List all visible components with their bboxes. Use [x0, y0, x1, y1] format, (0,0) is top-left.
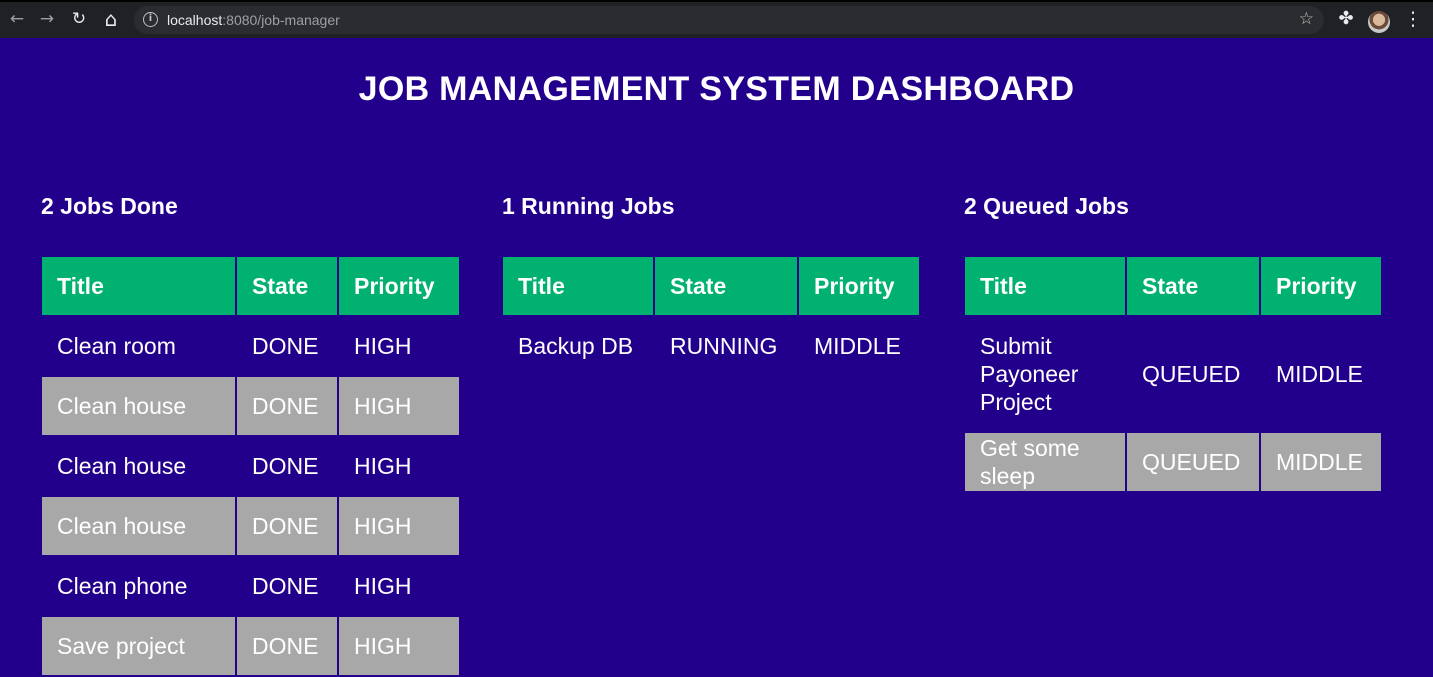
panel-heading: 2 Queued Jobs	[964, 193, 1129, 219]
done-jobs-panel: 2 Jobs Done Title State Priority Clean r…	[41, 193, 461, 677]
column-header-priority: Priority	[1261, 257, 1381, 315]
running-jobs-panel: 1 Running Jobs Title State Priority Back…	[502, 193, 921, 377]
column-header-title: Title	[503, 257, 653, 315]
column-header-title: Title	[965, 257, 1125, 315]
back-arrow-icon[interactable]: ←	[2, 4, 32, 34]
cell-state: DONE	[252, 453, 319, 479]
cell-priority: HIGH	[354, 333, 412, 359]
table-row: Clean room DONE HIGH	[42, 317, 459, 375]
cell-state: QUEUED	[1127, 433, 1259, 491]
home-icon[interactable]: ⌂	[96, 4, 126, 34]
table-row: Clean phone DONE HIGH	[42, 557, 459, 615]
cell-title: Clean room	[57, 333, 176, 359]
column-header-title: Title	[42, 257, 235, 315]
table-row: Submit Payoneer Project QUEUED MIDDLE	[965, 317, 1381, 431]
bookmark-star-icon[interactable]: ☆	[1299, 9, 1314, 29]
cell-priority: HIGH	[339, 617, 459, 675]
cell-state: QUEUED	[1142, 361, 1241, 387]
cell-state: DONE	[252, 573, 319, 599]
cell-state: DONE	[237, 497, 337, 555]
cell-priority: MIDDLE	[1276, 361, 1363, 387]
panel-heading: 2 Jobs Done	[41, 193, 178, 219]
kebab-menu-icon[interactable]: ⋮	[1398, 4, 1428, 34]
table-row: Save project DONE HIGH	[42, 617, 459, 675]
cell-priority: MIDDLE	[1261, 433, 1381, 491]
cell-title: Clean house	[57, 453, 187, 479]
cell-title: Backup DB	[518, 333, 634, 359]
table-row: Backup DB RUNNING MIDDLE	[503, 317, 919, 375]
table-row: Clean house DONE HIGH	[42, 497, 459, 555]
table-row: Get some sleep QUEUED MIDDLE	[965, 433, 1381, 491]
cell-priority: HIGH	[354, 453, 412, 479]
column-header-priority: Priority	[799, 257, 919, 315]
cell-priority: MIDDLE	[814, 333, 901, 359]
browser-toolbar: ← → ↻ ⌂ i localhost:8080/job-manager ☆ ✤…	[0, 0, 1433, 38]
cell-state: RUNNING	[670, 333, 778, 359]
column-header-state: State	[1127, 257, 1259, 315]
cell-title: Clean house	[42, 497, 235, 555]
address-bar[interactable]: i localhost:8080/job-manager ☆	[134, 6, 1324, 34]
table-body: Submit Payoneer Project QUEUED MIDDLE Get s…	[965, 317, 1381, 491]
cell-state: DONE	[237, 377, 337, 435]
site-info-icon[interactable]: i	[143, 12, 158, 27]
table-row: Clean house DONE HIGH	[42, 437, 459, 495]
extensions-puzzle-icon[interactable]: ✤	[1331, 4, 1361, 34]
column-header-state: State	[237, 257, 337, 315]
jobs-table: Title State Priority Submit Payoneer Pro…	[963, 255, 1383, 493]
table-body: Clean room DONE HIGH Clean house DONE HIGH Cle…	[42, 317, 459, 675]
table-body: Backup DB RUNNING MIDDLE	[503, 317, 919, 375]
forward-arrow-icon[interactable]: →	[32, 4, 62, 34]
queued-jobs-panel: 2 Queued Jobs Title State Priority Submi…	[964, 193, 1383, 493]
column-header-priority: Priority	[339, 257, 459, 315]
cell-state: DONE	[252, 333, 319, 359]
cell-title: Submit Payoneer Project	[980, 333, 1079, 415]
cell-priority: HIGH	[354, 573, 412, 599]
cell-priority: HIGH	[339, 377, 459, 435]
page-title: JOB MANAGEMENT SYSTEM DASHBOARD	[358, 70, 1075, 108]
cell-priority: HIGH	[339, 497, 459, 555]
panel-heading: 1 Running Jobs	[502, 193, 675, 219]
jobs-table: Title State Priority Clean room DONE HIGH C…	[40, 255, 461, 677]
url-path: :8080/job-manager	[222, 12, 340, 28]
profile-avatar[interactable]	[1368, 11, 1390, 33]
table-row: Clean house DONE HIGH	[42, 377, 459, 435]
cell-title: Clean phone	[57, 573, 188, 599]
table-header-row: Title State Priority	[42, 257, 459, 315]
url-text: localhost:8080/job-manager	[167, 12, 340, 28]
cell-title: Save project	[42, 617, 235, 675]
cell-title: Clean house	[42, 377, 235, 435]
url-host: localhost	[167, 12, 223, 28]
table-header-row: Title State Priority	[503, 257, 919, 315]
reload-icon[interactable]: ↻	[64, 4, 94, 34]
column-header-state: State	[655, 257, 797, 315]
cell-state: DONE	[237, 617, 337, 675]
cell-title: Get some sleep	[965, 433, 1125, 491]
table-header-row: Title State Priority	[965, 257, 1381, 315]
jobs-table: Title State Priority Backup DB RUNNING MID…	[501, 255, 921, 377]
